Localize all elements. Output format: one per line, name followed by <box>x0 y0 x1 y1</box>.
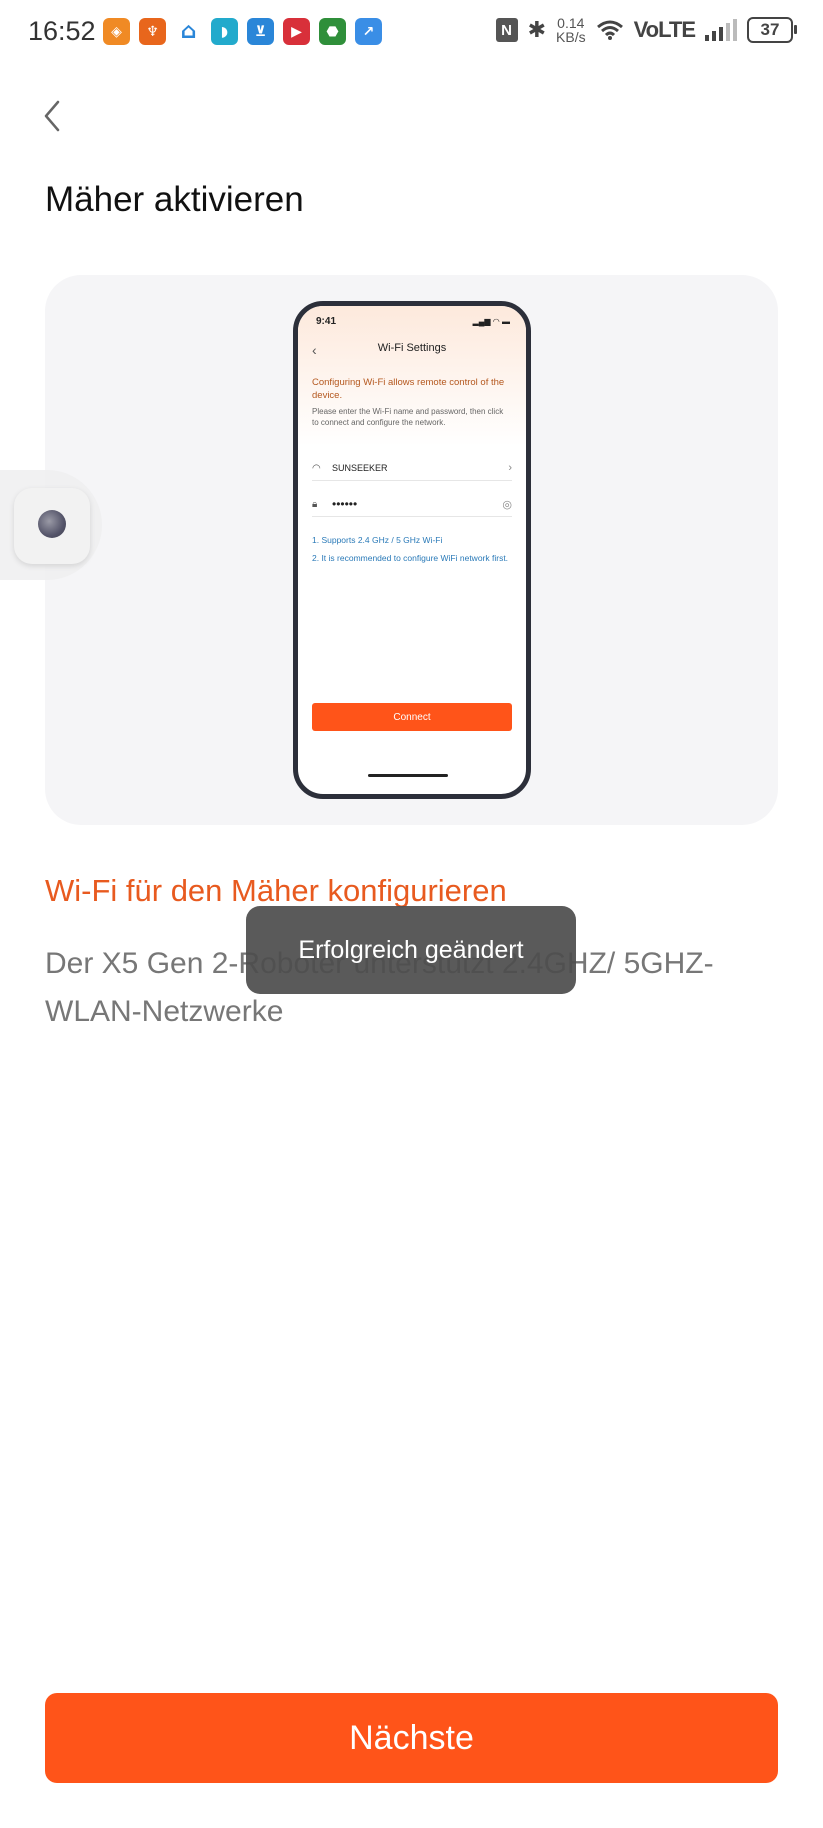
app-notification-icon: ⊻ <box>247 18 274 45</box>
phone-status-icons: ▂▄▆ ◠ ▬ <box>472 317 510 326</box>
app-notification-icon: ⬣ <box>319 18 346 45</box>
phone-note-1: 1. Supports 2.4 GHz / 5 GHz Wi-Fi <box>312 535 443 545</box>
wifi-settings-illustration: 9:41 ▂▄▆ ◠ ▬ ‹ Wi-Fi Settings Configurin… <box>45 275 778 825</box>
section-title: Wi-Fi für den Mäher konfigurieren <box>45 873 507 908</box>
net-speed-value: 0.14 <box>557 15 585 31</box>
lock-icon: 🔒︎ <box>312 498 318 510</box>
phone-title: Wi-Fi Settings <box>377 342 447 354</box>
wifi-icon <box>596 20 623 40</box>
network-label: VoLTE <box>633 17 696 42</box>
app-notification-icon: ◗ <box>211 18 238 45</box>
phone-heading: Configuring Wi-Fi allows remote control … <box>312 377 505 401</box>
phone-time: 9:41 <box>316 316 337 327</box>
wifi-icon: ◠ <box>312 462 321 474</box>
phone-wifi-row: ◠ SUNSEEKER › <box>312 456 512 481</box>
net-speed: 0.14 KB/s <box>556 16 586 44</box>
phone-home-indicator <box>368 774 448 777</box>
phone-password: •••••• <box>332 497 358 511</box>
app-notification-icon: ◈ <box>103 18 130 45</box>
back-icon[interactable] <box>36 96 68 136</box>
phone-connect-button: Connect <box>312 703 512 731</box>
nfc-icon: N <box>495 18 518 42</box>
bluetooth-icon: ✱ <box>527 17 547 42</box>
signal-icon <box>705 19 737 41</box>
phone-mockup: 9:41 ▂▄▆ ◠ ▬ ‹ Wi-Fi Settings Configurin… <box>293 301 531 799</box>
app-notification-icon: ▶ <box>283 18 310 45</box>
phone-wifi-name: SUNSEEKER <box>332 463 388 473</box>
status-bar: 16:52 ◈ ♆ ⌂ ◗ ⊻ ▶ ⬣ ↗ N ✱ 0.14 KB/s VoLT… <box>0 0 823 68</box>
floating-assistant-icon <box>38 510 66 538</box>
phone-subtext: Please enter the Wi-Fi name and password… <box>312 407 504 427</box>
phone-note-2: 2. It is recommended to configure WiFi n… <box>312 553 509 563</box>
app-notification-icon: ♆ <box>139 18 166 45</box>
notification-icons: ◈ ♆ ⌂ ◗ ⊻ ▶ ⬣ ↗ <box>103 18 382 45</box>
status-time: 16:52 <box>28 16 96 46</box>
next-button[interactable]: Nächste <box>45 1693 778 1783</box>
net-speed-unit: KB/s <box>556 29 586 45</box>
status-right: N ✱ 0.14 KB/s VoLTE 37 <box>495 16 797 44</box>
home-app-icon: ⌂ <box>175 18 202 45</box>
app-notification-icon: ↗ <box>355 18 382 45</box>
eye-icon: ◎ <box>502 498 512 511</box>
chevron-right-icon: › <box>508 462 512 474</box>
phone-password-row: 🔒︎ •••••• ◎ <box>312 492 512 517</box>
toast-message: Erfolgreich geändert <box>246 906 576 994</box>
page-title: Mäher aktivieren <box>45 180 304 219</box>
battery-icon: 37 <box>747 17 797 43</box>
